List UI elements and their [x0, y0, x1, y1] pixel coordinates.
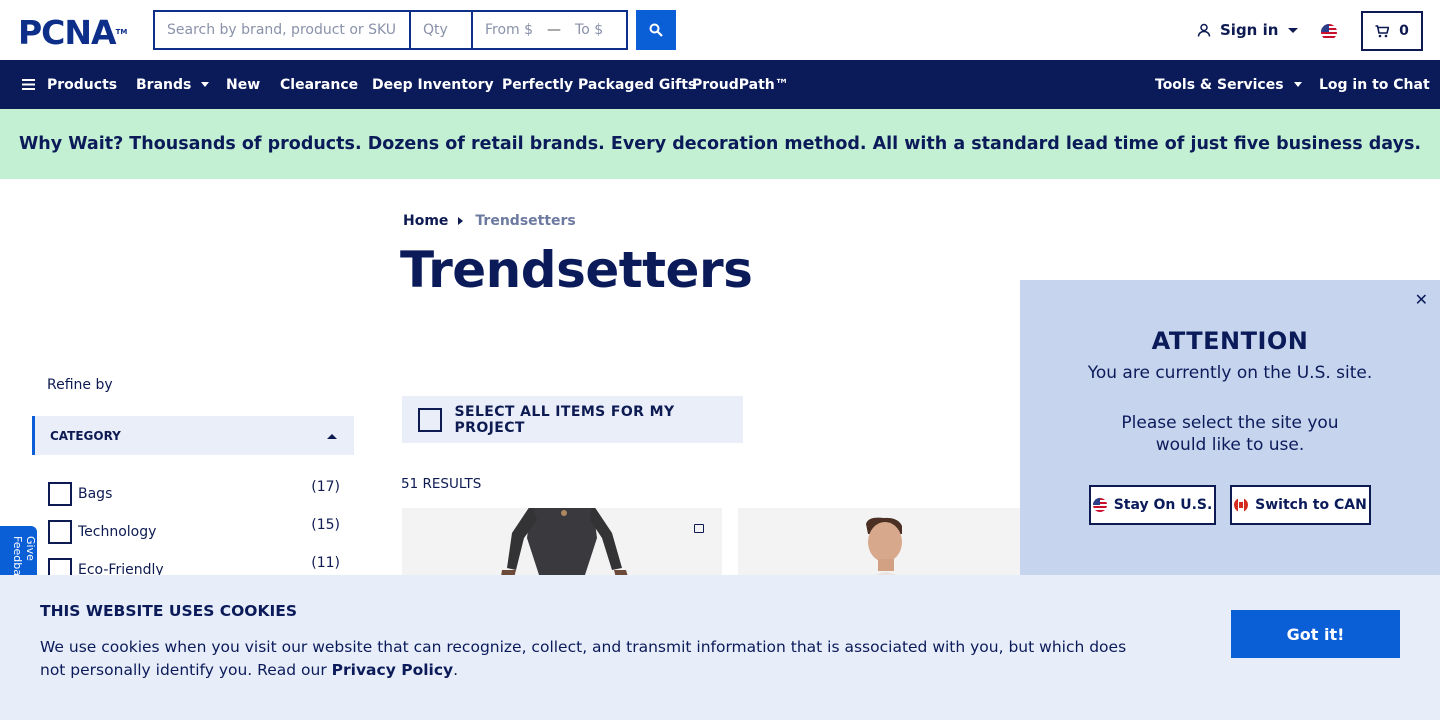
- nav-products-label: Products: [47, 76, 118, 93]
- nav-proudpath[interactable]: ProudPath™: [692, 60, 789, 109]
- switch-can-label: Switch to CAN: [1255, 497, 1367, 513]
- promo-banner: Why Wait? Thousands of products. Dozens …: [0, 109, 1440, 179]
- price-to-input[interactable]: To $: [575, 22, 603, 38]
- search-group: Search by brand, product or SKU Qty From…: [153, 10, 628, 50]
- pcna-logo[interactable]: PCNATM: [18, 16, 127, 49]
- close-icon[interactable]: ✕: [1415, 290, 1428, 309]
- cookie-title: THIS WEBSITE USES COOKIES: [40, 602, 298, 620]
- breadcrumb: Home Trendsetters: [403, 213, 576, 229]
- site-header: PCNATM Search by brand, product or SKU Q…: [0, 0, 1440, 60]
- nav-brands-label: Brands: [136, 76, 192, 93]
- cart-icon: [1375, 24, 1390, 37]
- select-all-button[interactable]: SELECT ALL ITEMS FOR MY PROJECT: [402, 396, 743, 443]
- search-button[interactable]: [636, 10, 676, 50]
- category-count: (15): [311, 517, 340, 533]
- chevron-down-icon: [1293, 82, 1302, 87]
- price-range: From $ — To $: [473, 12, 626, 48]
- refine-by-label: Refine by: [47, 377, 113, 393]
- price-dash: —: [547, 22, 562, 38]
- switch-can-button[interactable]: Switch to CAN: [1230, 485, 1371, 525]
- nav-brands[interactable]: Brands: [136, 60, 210, 109]
- canada-flag-icon: [1234, 498, 1249, 512]
- category-count: (17): [311, 479, 340, 495]
- chevron-down-icon: [201, 82, 210, 87]
- chevron-down-icon: [1288, 27, 1299, 33]
- checkbox[interactable]: [48, 520, 72, 544]
- category-option[interactable]: Bags (17): [48, 479, 340, 506]
- modal-instruction: Please select the site you would like to…: [1121, 413, 1339, 455]
- category-label: Bags: [78, 486, 113, 502]
- chevron-right-icon: [458, 217, 464, 225]
- modal-title: ATTENTION: [1151, 327, 1309, 355]
- cookie-banner: THIS WEBSITE USES COOKIES We use cookies…: [0, 575, 1440, 720]
- select-all-label: SELECT ALL ITEMS FOR MY PROJECT: [454, 403, 675, 436]
- search-input[interactable]: Search by brand, product or SKU: [155, 12, 411, 48]
- qty-input[interactable]: Qty: [411, 12, 473, 48]
- main-nav: Products Brands New Clearance Deep Inven…: [0, 60, 1440, 109]
- folder-icon[interactable]: [694, 524, 704, 533]
- checkbox[interactable]: [48, 482, 72, 506]
- search-icon: [649, 23, 663, 37]
- nav-chat[interactable]: Log in to Chat: [1319, 60, 1430, 109]
- cart-count: 0: [1399, 23, 1409, 39]
- cart-button[interactable]: 0: [1361, 11, 1423, 51]
- modal-current-site: You are currently on the U.S. site.: [1087, 363, 1373, 383]
- stay-us-button[interactable]: Stay On U.S.: [1089, 485, 1216, 525]
- promo-text: Why Wait? Thousands of products. Dozens …: [18, 134, 1422, 154]
- checkbox[interactable]: [418, 407, 442, 432]
- nav-tools-services[interactable]: Tools & Services: [1155, 60, 1302, 109]
- sign-in-label: Sign in: [1220, 21, 1279, 39]
- cookie-text: We use cookies when you visit our websit…: [40, 636, 1130, 682]
- breadcrumb-current: Trendsetters: [475, 213, 576, 229]
- privacy-policy-link[interactable]: Privacy Policy: [332, 661, 454, 679]
- us-flag-icon[interactable]: [1321, 24, 1337, 40]
- cookie-accept-button[interactable]: Got it!: [1231, 610, 1400, 658]
- nav-clearance[interactable]: Clearance: [280, 60, 358, 109]
- category-label: Technology: [78, 524, 157, 540]
- category-option[interactable]: Technology (15): [48, 517, 340, 544]
- nav-new[interactable]: New: [226, 60, 260, 109]
- menu-icon: [22, 79, 35, 90]
- category-header-label: CATEGORY: [50, 428, 121, 443]
- category-filter-header[interactable]: CATEGORY: [32, 416, 354, 455]
- stay-us-label: Stay On U.S.: [1113, 497, 1213, 513]
- results-count: 51 RESULTS: [401, 476, 482, 492]
- price-from-input[interactable]: From $: [485, 22, 533, 38]
- nav-gifts[interactable]: Perfectly Packaged Gifts: [502, 60, 696, 109]
- nav-products[interactable]: Products: [22, 60, 117, 109]
- category-count: (11): [311, 555, 340, 571]
- site-selector-modal: ✕ ATTENTION You are currently on the U.S…: [1020, 280, 1440, 580]
- cookie-period: .: [453, 661, 459, 679]
- nav-deep-inventory[interactable]: Deep Inventory: [372, 60, 494, 109]
- cookie-body: We use cookies when you visit our websit…: [40, 638, 1127, 679]
- breadcrumb-home[interactable]: Home: [403, 213, 448, 229]
- sign-in-menu[interactable]: Sign in: [1197, 21, 1299, 39]
- page-title: Trendsetters: [400, 241, 753, 299]
- user-icon: [1197, 23, 1211, 37]
- chevron-up-icon: [327, 434, 337, 439]
- us-flag-icon: [1092, 498, 1107, 512]
- nav-tools-label: Tools & Services: [1155, 76, 1284, 93]
